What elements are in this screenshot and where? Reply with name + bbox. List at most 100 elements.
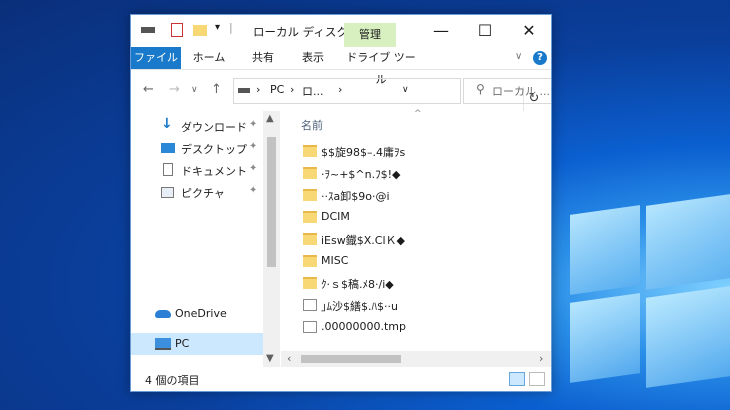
drive-icon xyxy=(141,27,155,33)
sidebar-item-onedrive[interactable]: OneDrive xyxy=(131,303,263,325)
file-icon xyxy=(303,321,317,333)
large-icons-view-button[interactable] xyxy=(529,372,545,386)
file-name: ·ｦ~+$^n.ﾌ$!◆ xyxy=(321,168,401,181)
documents-icon xyxy=(163,163,173,176)
file-name: ｣ﾑ沙$繕$.ﾊ$··u xyxy=(321,300,398,313)
tab-drive-tools[interactable]: ドライブ ツール xyxy=(343,47,419,86)
tab-view[interactable]: 表示 xyxy=(289,47,337,69)
navigation-pane: ↓ ダウンロード ✦ デスクトップ ✦ ドキュメント ✦ ピクチャ ✦ OneD… xyxy=(131,111,281,367)
minimize-button[interactable]: — xyxy=(419,15,463,47)
title-bar: ▾ | ローカル ディスク (E:) 管理 — ☐ ✕ xyxy=(131,15,551,47)
pin-icon[interactable]: ✦ xyxy=(249,163,257,174)
breadcrumb-pc[interactable]: PC xyxy=(270,83,284,96)
up-arrow-icon[interactable]: ↑ xyxy=(211,82,222,97)
file-name: ｸ·ｓ$稿.ﾒ8·/i◆ xyxy=(321,278,394,291)
drive-icon xyxy=(238,88,250,93)
scroll-up-icon[interactable]: ▲ xyxy=(266,113,274,124)
file-name: $$旋98$–.4庸ｦs xyxy=(321,146,406,159)
maximize-button[interactable]: ☐ xyxy=(463,15,507,47)
sidebar-item-label: デスクトップ xyxy=(181,143,247,156)
onedrive-icon xyxy=(155,310,171,318)
breadcrumb-sep: › xyxy=(338,83,343,96)
tab-home[interactable]: ホーム xyxy=(185,47,233,69)
pictures-icon xyxy=(161,187,174,198)
file-list-pane: ^ 名前 $$旋98$–.4庸ｦs ·ｦ~+$^n.ﾌ$!◆ ··ｽa卸$9o·… xyxy=(281,109,551,367)
explorer-window: ▾ | ローカル ディスク (E:) 管理 — ☐ ✕ ファイル ホーム 共有 … xyxy=(130,14,552,392)
list-item[interactable]: $$旋98$–.4庸ｦs xyxy=(301,141,541,163)
details-view-button[interactable] xyxy=(509,372,525,386)
sidebar-item-downloads[interactable]: ↓ ダウンロード ✦ xyxy=(131,115,263,137)
folder-icon xyxy=(303,211,317,223)
sidebar-scrollbar[interactable]: ▲ ▼ xyxy=(263,111,280,367)
column-header-name[interactable]: 名前 xyxy=(301,117,323,133)
address-dropdown-icon[interactable]: ∨ xyxy=(402,85,409,95)
list-item[interactable]: .00000000.tmp xyxy=(301,317,541,339)
sidebar-item-label: ドキュメント xyxy=(181,165,247,178)
manage-contextual-tab[interactable]: 管理 xyxy=(344,23,396,47)
scroll-left-icon[interactable]: ‹ xyxy=(287,352,291,365)
ribbon-tabs: ファイル ホーム 共有 表示 ドライブ ツール ∨ ? xyxy=(131,47,551,86)
new-folder-icon[interactable] xyxy=(193,25,207,36)
sort-ascending-icon: ^ xyxy=(414,109,422,119)
list-item[interactable]: ｸ·ｓ$稿.ﾒ8·/i◆ xyxy=(301,273,541,295)
search-box[interactable]: ⚲ ローカル ... xyxy=(463,78,551,104)
forward-arrow-icon[interactable]: → xyxy=(169,82,180,97)
pc-icon xyxy=(155,338,171,350)
sidebar-item-pc[interactable]: PC xyxy=(131,333,263,355)
scrollbar-thumb[interactable] xyxy=(267,137,276,267)
properties-icon[interactable] xyxy=(171,23,183,37)
sidebar-item-pictures[interactable]: ピクチャ ✦ xyxy=(131,181,263,203)
sidebar-item-documents[interactable]: ドキュメント ✦ xyxy=(131,159,263,181)
sidebar-item-label: ピクチャ xyxy=(181,187,225,200)
desktop-icon xyxy=(161,143,175,153)
item-count: 4 個の項目 xyxy=(145,374,200,387)
tab-share[interactable]: 共有 xyxy=(239,47,287,69)
breadcrumb-sep: › xyxy=(290,83,295,96)
ribbon-expand-icon[interactable]: ∨ xyxy=(515,51,522,62)
folder-icon xyxy=(303,277,317,289)
pin-icon[interactable]: ✦ xyxy=(249,119,257,130)
list-item[interactable]: MISC xyxy=(301,251,541,273)
title-separator: | xyxy=(229,21,233,34)
file-name: .00000000.tmp xyxy=(321,320,406,333)
address-bar[interactable]: › PC › ロ... › ∨ ↻ xyxy=(233,78,539,111)
scrollbar-thumb[interactable] xyxy=(301,355,401,363)
list-item[interactable]: iEsw鐡$X.ClＫ◆ xyxy=(301,229,541,251)
breadcrumb-sep: › xyxy=(256,83,261,96)
tab-file[interactable]: ファイル xyxy=(131,47,181,69)
quick-access-dropdown-icon[interactable]: ▾ xyxy=(215,22,220,33)
address-row: ← → ∨ ↑ › PC › ロ... › ∨ ↻ ⚲ ローカル ... xyxy=(131,70,551,111)
folder-icon xyxy=(303,145,317,157)
list-item[interactable]: ·ｦ~+$^n.ﾌ$!◆ xyxy=(301,163,541,185)
file-name: iEsw鐡$X.ClＫ◆ xyxy=(321,234,405,247)
help-button[interactable]: ? xyxy=(533,51,547,65)
sidebar-item-label: ダウンロード xyxy=(181,121,247,134)
breadcrumb-drive[interactable]: ロ... xyxy=(302,83,324,99)
file-icon xyxy=(303,299,317,311)
sidebar-item-desktop[interactable]: デスクトップ ✦ xyxy=(131,137,263,159)
file-name: ··ｽa卸$9o·@i xyxy=(321,190,390,203)
back-arrow-icon[interactable]: ← xyxy=(143,82,154,97)
pin-icon[interactable]: ✦ xyxy=(249,185,257,196)
folder-icon xyxy=(303,255,317,267)
list-item[interactable]: ｣ﾑ沙$繕$.ﾊ$··u xyxy=(301,295,541,317)
windows-logo-wallpaper xyxy=(560,194,730,410)
pin-icon[interactable]: ✦ xyxy=(249,141,257,152)
search-placeholder: ローカル ... xyxy=(492,85,550,98)
search-icon: ⚲ xyxy=(476,82,485,96)
file-name: DCIM xyxy=(321,210,350,223)
recent-locations-icon[interactable]: ∨ xyxy=(191,85,198,95)
file-list-vertical-scrollbar[interactable] xyxy=(535,111,551,351)
scroll-right-icon[interactable]: › xyxy=(539,352,543,365)
horizontal-scrollbar[interactable]: ‹ › xyxy=(281,351,551,367)
list-item[interactable]: DCIM xyxy=(301,207,541,229)
close-button[interactable]: ✕ xyxy=(507,15,551,47)
scroll-down-icon[interactable]: ▼ xyxy=(266,353,274,364)
list-item[interactable]: ··ｽa卸$9o·@i xyxy=(301,185,541,207)
folder-icon xyxy=(303,233,317,245)
file-name: MISC xyxy=(321,254,349,267)
folder-icon xyxy=(303,167,317,179)
download-icon: ↓ xyxy=(161,116,173,132)
folder-icon xyxy=(303,189,317,201)
sidebar-item-label: OneDrive xyxy=(175,307,227,320)
